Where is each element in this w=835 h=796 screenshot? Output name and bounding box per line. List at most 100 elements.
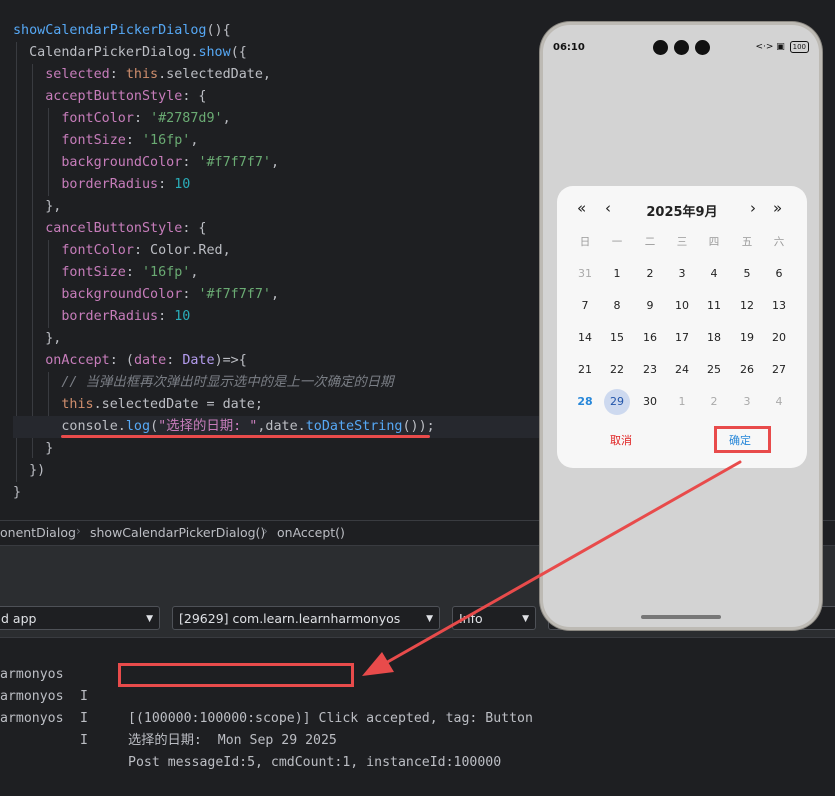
calendar-day[interactable]: 8 <box>604 293 630 319</box>
code-line[interactable]: // 当弹出框再次弹出时显示选中的是上一次确定的日期 <box>13 372 553 394</box>
code-token: this <box>61 397 94 412</box>
code-token: : { <box>182 221 207 236</box>
code-token: .selectedDate = date; <box>93 397 263 412</box>
code-token: '16fp' <box>142 265 191 280</box>
code-line[interactable]: backgroundColor: '#f7f7f7', <box>13 284 553 306</box>
log-line: armonyos I [(100000:100000:scope)] Click… <box>0 642 835 726</box>
code-token: , <box>190 265 199 280</box>
calendar-day[interactable]: 4 <box>766 389 792 415</box>
calendar-day[interactable]: 9 <box>637 293 663 319</box>
calendar-day[interactable]: 14 <box>572 325 598 351</box>
weekday-label: 二 <box>644 236 656 248</box>
log-message: 选择的日期: Mon Sep 29 2025 <box>128 733 337 748</box>
code-line[interactable]: fontColor: '#2787d9', <box>13 108 553 130</box>
code-line[interactable]: backgroundColor: '#f7f7f7', <box>13 152 553 174</box>
calendar-day[interactable]: 28 <box>572 389 598 415</box>
code-token: : <box>125 265 142 280</box>
calendar-day[interactable]: 10 <box>669 293 695 319</box>
calendar-day[interactable]: 25 <box>701 357 727 383</box>
code-line[interactable]: onAccept: (date: Date)=>{ <box>13 350 553 372</box>
code-token: .selectedDate, <box>158 67 271 82</box>
weekday-label: 六 <box>773 236 785 248</box>
device-select[interactable]: d app ▼ <box>0 606 160 630</box>
code-token: fontSize <box>61 265 126 280</box>
code-line[interactable]: } <box>13 482 553 504</box>
weekday-label: 四 <box>708 236 720 248</box>
calendar-day[interactable]: 26 <box>734 357 760 383</box>
calendar-day[interactable]: 5 <box>734 261 760 287</box>
code-token: , <box>222 111 231 126</box>
log-tag: armonyos <box>0 711 64 726</box>
calendar-day[interactable]: 1 <box>669 389 695 415</box>
log-message: Post messageId:5, cmdCount:1, instanceId… <box>128 755 502 770</box>
code-line[interactable]: }, <box>13 328 553 350</box>
phone-preview: 06:10 <·> ▣ 100 « ‹ 2025年9月 › » 日一二三四五六 … <box>540 22 822 630</box>
next-month-icon[interactable]: › <box>750 199 756 217</box>
phone-screen: 06:10 <·> ▣ 100 « ‹ 2025年9月 › » 日一二三四五六 … <box>543 25 819 627</box>
code-token: backgroundColor <box>61 155 183 170</box>
calendar-day[interactable]: 23 <box>637 357 663 383</box>
calendar-day[interactable]: 16 <box>637 325 663 351</box>
calendar-day[interactable]: 11 <box>701 293 727 319</box>
code-line[interactable]: fontColor: Color.Red, <box>13 240 553 262</box>
calendar-day[interactable]: 27 <box>766 357 792 383</box>
calendar-day[interactable]: 29 <box>604 389 630 415</box>
code-line[interactable]: borderRadius: 10 <box>13 306 553 328</box>
code-line[interactable]: CalendarPickerDialog.show({ <box>13 42 553 64</box>
calendar-day[interactable]: 13 <box>766 293 792 319</box>
code-token: 10 <box>174 177 191 192</box>
calendar-day[interactable]: 4 <box>701 261 727 287</box>
calendar-day[interactable]: 2 <box>637 261 663 287</box>
breadcrumb-item-function[interactable]: showCalendarPickerDialog() <box>90 525 265 540</box>
weekday-label: 日 <box>579 236 591 248</box>
calendar-day[interactable]: 12 <box>734 293 760 319</box>
calendar-day[interactable]: 15 <box>604 325 630 351</box>
calendar-day[interactable]: 7 <box>572 293 598 319</box>
calendar-day[interactable]: 3 <box>734 389 760 415</box>
code-line[interactable]: acceptButtonStyle: { <box>13 86 553 108</box>
code-line[interactable]: showCalendarPickerDialog(){ <box>13 20 553 42</box>
calendar-day[interactable]: 1 <box>604 261 630 287</box>
code-line[interactable]: cancelButtonStyle: { <box>13 218 553 240</box>
breadcrumb-item-component[interactable]: onentDialog <box>0 525 76 540</box>
log-level-select[interactable]: Info ▼ <box>452 606 536 630</box>
code-line[interactable]: selected: this.selectedDate, <box>13 64 553 86</box>
chevron-right-icon: › <box>76 524 81 538</box>
code-token: ({ <box>230 45 247 60</box>
code-line[interactable]: } <box>13 438 553 460</box>
code-line[interactable]: fontSize: '16fp', <box>13 262 553 284</box>
calendar-day[interactable]: 22 <box>604 357 630 383</box>
code-token: fontSize <box>61 133 126 148</box>
calendar-day[interactable]: 20 <box>766 325 792 351</box>
code-token: log <box>125 419 151 434</box>
calendar-day[interactable]: 6 <box>766 261 792 287</box>
dropdown-arrow-icon: ▼ <box>522 614 529 624</box>
calendar-day[interactable]: 2 <box>701 389 727 415</box>
cancel-button[interactable]: 取消 <box>567 427 675 455</box>
code-line[interactable]: fontSize: '16fp', <box>13 130 553 152</box>
calendar-day[interactable]: 31 <box>572 261 598 287</box>
camera-icon <box>695 40 710 55</box>
process-select[interactable]: [29629] com.learn.learnharmonyos ▼ <box>172 606 440 630</box>
code-token: } <box>13 441 54 456</box>
calendar-day[interactable]: 24 <box>669 357 695 383</box>
calendar-day[interactable]: 30 <box>637 389 663 415</box>
breadcrumb-item-callback[interactable]: onAccept() <box>277 525 345 540</box>
code-line[interactable]: }) <box>13 460 553 482</box>
next-year-icon[interactable]: » <box>773 199 782 217</box>
chevron-right-icon: › <box>263 524 268 538</box>
calendar-day[interactable]: 3 <box>669 261 695 287</box>
code-line[interactable]: this.selectedDate = date; <box>13 394 553 416</box>
calendar-day[interactable]: 17 <box>669 325 695 351</box>
code-line[interactable]: borderRadius: 10 <box>13 174 553 196</box>
calendar-day[interactable]: 19 <box>734 325 760 351</box>
calendar-day[interactable]: 21 <box>572 357 598 383</box>
code-line[interactable]: }, <box>13 196 553 218</box>
calendar-day[interactable]: 18 <box>701 325 727 351</box>
log-level-value: Info <box>459 611 483 626</box>
